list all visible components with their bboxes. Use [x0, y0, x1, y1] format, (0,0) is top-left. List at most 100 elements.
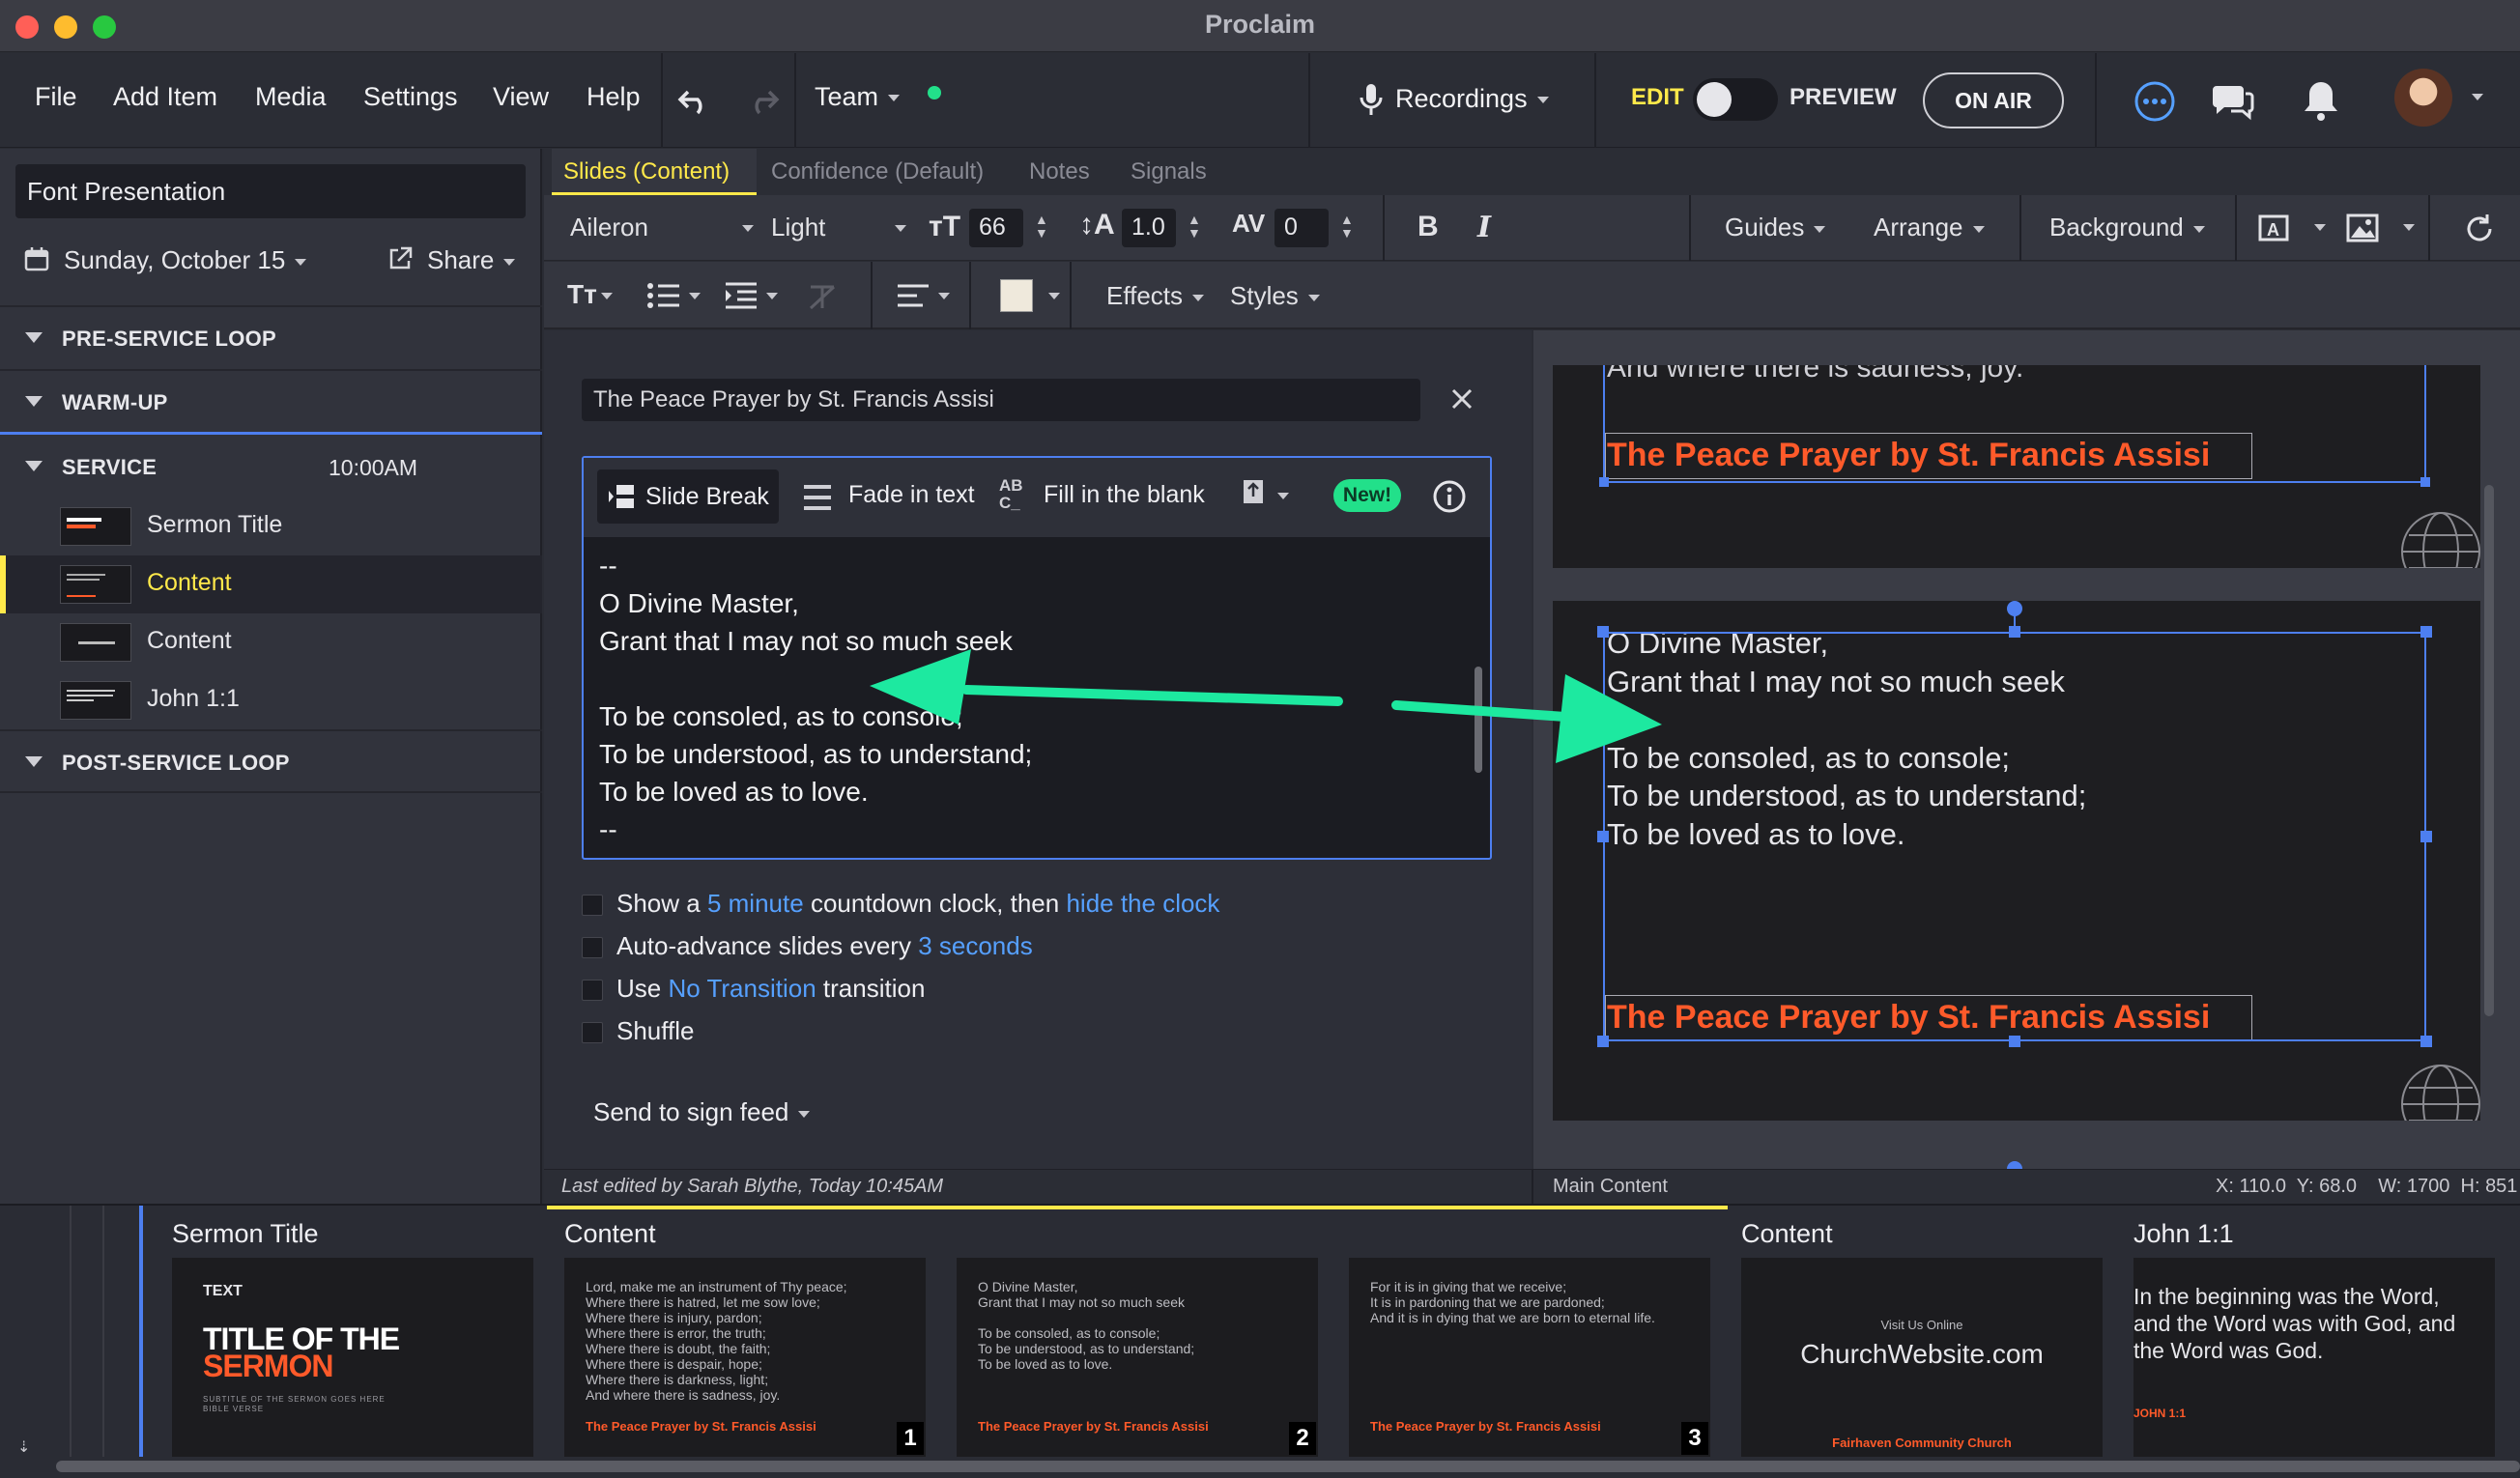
sidebar-item-sermon-title[interactable]: Sermon Title — [0, 497, 542, 555]
strip-slide-content-3[interactable]: For it is in giving that we receive; It … — [1349, 1258, 1710, 1457]
shuffle-checkbox[interactable] — [582, 1022, 603, 1044]
resize-handle[interactable] — [2009, 626, 2020, 638]
strip-slide-john[interactable]: In the beginning was the Word, and the W… — [2133, 1258, 2495, 1457]
transition-checkbox[interactable] — [582, 980, 603, 1002]
strip-slide-online[interactable]: Visit Us Online ChurchWebsite.com Fairha… — [1741, 1258, 2103, 1457]
team-dropdown[interactable]: Team — [815, 82, 901, 112]
insert-icon[interactable] — [1241, 477, 1266, 512]
close-icon[interactable] — [1449, 386, 1475, 412]
resize-handle[interactable] — [1597, 626, 1609, 638]
insert-chevron-icon[interactable] — [1277, 493, 1289, 499]
image-chevron-icon[interactable] — [2403, 224, 2415, 231]
guides-dropdown[interactable]: Guides — [1725, 213, 1826, 242]
resize-handle[interactable] — [2009, 1036, 2020, 1047]
background-dropdown[interactable]: Background — [2049, 213, 2205, 242]
auto-advance-checkbox[interactable] — [582, 937, 603, 959]
line-height-input[interactable]: 1.0 — [1122, 209, 1176, 247]
tracking-input[interactable]: 0 — [1274, 209, 1329, 247]
resize-handle[interactable] — [2420, 831, 2432, 842]
image-icon[interactable] — [2345, 211, 2380, 245]
preview-slide-previous[interactable]: And where there is sadness, joy. The Pea… — [1553, 365, 2480, 568]
edit-preview-toggle[interactable] — [1693, 78, 1778, 121]
clear-format-icon[interactable] — [807, 283, 838, 312]
resize-handle[interactable] — [1597, 831, 1609, 842]
presentation-name-field[interactable]: Font Presentation — [15, 164, 526, 218]
strip-slide-sermon-title[interactable]: TEXT TITLE OF THE SERMON SUBTITLE OF THE… — [172, 1258, 533, 1457]
strip-slide-content-2[interactable]: O Divine Master, Grant that I may not so… — [957, 1258, 1318, 1457]
section-service[interactable]: SERVICE 10:00AM — [0, 436, 542, 499]
rotate-handle[interactable] — [2007, 601, 2022, 616]
align-chevron-icon[interactable] — [938, 293, 950, 299]
section-pre-service-loop[interactable]: PRE-SERVICE LOOP — [0, 307, 542, 371]
collapse-strip-icon[interactable]: ⇣ — [17, 1437, 30, 1457]
bold-button[interactable]: B — [1418, 211, 1439, 243]
menu-settings[interactable]: Settings — [363, 82, 458, 112]
preview-scrollbar[interactable] — [2484, 485, 2494, 1016]
hide-clock-link[interactable]: hide the clock — [1066, 889, 1219, 918]
line-height-stepper[interactable]: ▲ ▼ — [1188, 213, 1201, 240]
indent-icon[interactable] — [724, 281, 759, 310]
redo-icon[interactable] — [744, 84, 781, 117]
list-chevron-icon[interactable] — [689, 293, 701, 299]
countdown-checkbox[interactable] — [582, 895, 603, 917]
menu-file[interactable]: File — [35, 82, 77, 112]
resize-handle[interactable] — [1597, 1036, 1609, 1047]
styles-dropdown[interactable]: Styles — [1230, 281, 1320, 311]
auto-advance-option[interactable]: Auto-advance slides every 3 seconds — [582, 931, 1033, 961]
notifications-bell-icon[interactable] — [2302, 78, 2340, 123]
fade-in-text-button[interactable]: Fade in text — [848, 481, 975, 509]
undo-icon[interactable] — [676, 84, 713, 117]
tab-signals[interactable]: Signals — [1131, 158, 1207, 185]
section-post-service-loop[interactable]: POST-SERVICE LOOP — [0, 729, 542, 793]
fill-in-blank-button[interactable]: Fill in the blank — [1044, 481, 1205, 509]
recordings-dropdown[interactable]: Recordings — [1395, 84, 1549, 114]
on-air-button[interactable]: ON AIR — [1923, 72, 2064, 128]
sidebar-item-john-1-1[interactable]: John 1:1 — [0, 671, 542, 729]
share-dropdown[interactable]: Share — [427, 245, 516, 275]
bulleted-list-icon[interactable] — [646, 281, 681, 310]
font-family-select[interactable]: Aileron — [570, 213, 754, 242]
info-icon[interactable] — [1432, 479, 1467, 514]
arrange-dropdown[interactable]: Arrange — [1874, 213, 1985, 242]
slide-break-button[interactable]: Slide Break — [597, 469, 779, 524]
menu-add-item[interactable]: Add Item — [113, 82, 217, 112]
shuffle-option[interactable]: Shuffle — [582, 1016, 694, 1046]
send-to-sign-feed-dropdown[interactable]: Send to sign feed — [593, 1097, 811, 1127]
font-weight-select[interactable]: Light — [771, 213, 906, 242]
menu-media[interactable]: Media — [255, 82, 327, 112]
text-case-icon[interactable]: Tт — [567, 279, 613, 310]
tab-confidence[interactable]: Confidence (Default) — [771, 158, 984, 185]
item-title-input[interactable]: The Peace Prayer by St. Francis Assisi — [582, 379, 1420, 421]
text-box-icon[interactable]: A — [2256, 211, 2291, 245]
strip-horizontal-scrollbar[interactable] — [56, 1461, 2520, 1472]
reset-icon[interactable] — [2461, 211, 2498, 247]
text-color-swatch[interactable] — [1000, 279, 1033, 312]
effects-dropdown[interactable]: Effects — [1106, 281, 1205, 311]
auto-advance-interval-link[interactable]: 3 seconds — [918, 931, 1033, 960]
text-box-chevron-icon[interactable] — [2314, 224, 2326, 231]
section-warm-up[interactable]: WARM-UP — [0, 371, 542, 435]
resize-handle[interactable] — [2420, 1036, 2432, 1047]
color-chevron-icon[interactable] — [1048, 293, 1060, 299]
align-left-icon[interactable] — [896, 283, 931, 308]
service-date-dropdown[interactable]: Sunday, October 15 — [64, 245, 307, 275]
menu-help[interactable]: Help — [587, 82, 641, 112]
avatar-menu-chevron-icon[interactable] — [2472, 94, 2483, 100]
tab-slides-content[interactable]: Slides (Content) — [563, 158, 730, 185]
indent-chevron-icon[interactable] — [766, 293, 778, 299]
resize-handle[interactable] — [2420, 626, 2432, 638]
user-avatar[interactable] — [2394, 69, 2452, 127]
countdown-duration-link[interactable]: 5 minute — [707, 889, 804, 918]
chat-icon[interactable] — [2211, 80, 2255, 121]
strip-slide-content-1[interactable]: Lord, make me an instrument of Thy peace… — [564, 1258, 926, 1457]
tracking-stepper[interactable]: ▲ ▼ — [1340, 213, 1354, 240]
text-box-selection[interactable] — [1603, 632, 2426, 1041]
font-size-stepper[interactable]: ▲ ▼ — [1035, 213, 1048, 240]
more-options-icon[interactable] — [2133, 80, 2176, 123]
menu-view[interactable]: View — [493, 82, 549, 112]
italic-button[interactable]: I — [1477, 211, 1491, 244]
transition-type-link[interactable]: No Transition — [668, 974, 816, 1003]
countdown-option[interactable]: Show a 5 minute countdown clock, then hi… — [582, 889, 1219, 919]
transition-option[interactable]: Use No Transition transition — [582, 974, 925, 1004]
sidebar-item-content[interactable]: Content — [0, 613, 542, 671]
